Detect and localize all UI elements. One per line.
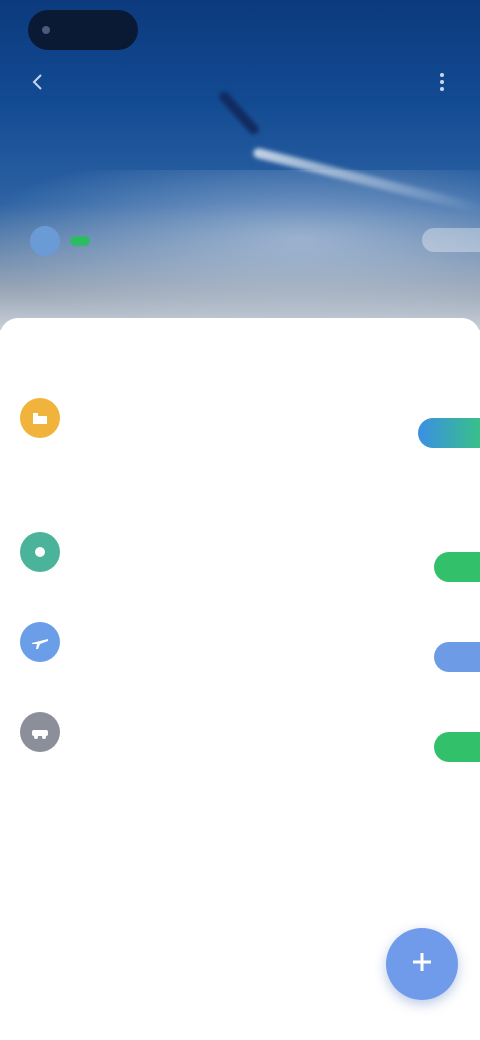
trip-header — [0, 0, 480, 330]
trip-status — [30, 226, 90, 256]
item-badge — [434, 732, 480, 762]
travel-icon — [20, 532, 60, 572]
item-badge — [434, 642, 480, 672]
status-dot — [42, 26, 50, 34]
airplane-image — [217, 89, 261, 137]
item-badge — [418, 418, 480, 448]
hero-chip[interactable] — [422, 228, 480, 252]
flight-icon — [20, 622, 60, 662]
item-badge — [434, 552, 480, 582]
car-icon — [20, 712, 60, 752]
list-item[interactable] — [0, 518, 480, 598]
add-button[interactable] — [386, 928, 458, 1000]
list-item[interactable] — [0, 608, 480, 688]
list-item[interactable] — [0, 384, 480, 464]
add-icon — [409, 946, 435, 983]
back-arrow-icon[interactable] — [26, 70, 50, 94]
status-badge — [70, 236, 90, 246]
hotel-icon — [20, 398, 60, 438]
list-item[interactable] — [0, 698, 480, 778]
more-icon[interactable] — [430, 70, 454, 94]
status-icon — [30, 226, 60, 256]
status-bar-pill — [28, 10, 138, 50]
